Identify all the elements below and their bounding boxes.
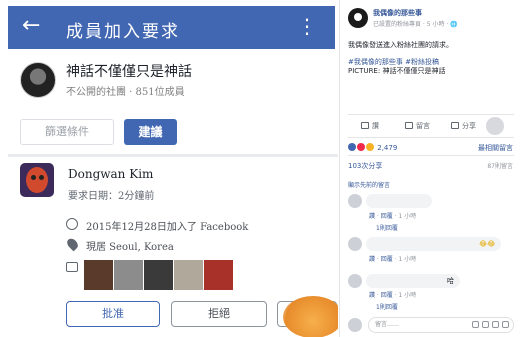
lives-in-text: 現居 Seoul, Korea <box>86 242 174 253</box>
page-title: 成員加入要求 <box>66 22 180 42</box>
member-avatar[interactable] <box>20 163 54 197</box>
photos-icon <box>66 262 78 272</box>
commenter-avatar[interactable] <box>348 237 362 251</box>
reply-count[interactable]: 1則回覆 <box>376 302 398 311</box>
more-options-icon[interactable]: ⋮ <box>297 15 317 37</box>
photo-thumbnail[interactable] <box>114 260 143 290</box>
commenter-avatar[interactable] <box>348 274 362 288</box>
comment-text: 哈 <box>447 277 454 285</box>
viewer-avatar <box>348 318 362 332</box>
facebook-post: 我偶像的那些事 已設置的粉絲專頁 · 5 小時 · 🌐 我偶像發送進入粉絲社團的… <box>339 0 520 337</box>
like-action[interactable]: 讚 <box>361 121 379 131</box>
filter-button[interactable]: 篩選條件 <box>20 119 114 145</box>
reaction-count: 2,479 <box>377 144 398 152</box>
sticker-icon[interactable] <box>502 321 509 328</box>
viewer-avatar[interactable] <box>486 117 504 135</box>
sticker-decoration <box>283 296 338 337</box>
post-meta: 已設置的粉絲專頁 · 5 小時 · 🌐 <box>373 21 458 28</box>
like-reaction-icon <box>348 143 356 151</box>
reply-count[interactable]: 1則回覆 <box>376 223 398 232</box>
comment-bubble: 哈 <box>366 274 460 288</box>
photo-strip <box>84 260 233 290</box>
page-avatar[interactable] <box>348 8 368 28</box>
comment-input[interactable]: 留言…… <box>368 317 514 333</box>
reaction-summary[interactable]: 2,479 <box>348 143 397 152</box>
divider <box>348 114 514 115</box>
emoji-icon[interactable] <box>472 321 479 328</box>
camera-icon[interactable] <box>482 321 489 328</box>
thumbs-up-icon <box>361 122 369 129</box>
comment-count: 87則留言 <box>487 163 513 170</box>
group-avatar <box>20 62 56 98</box>
comment-bubble <box>366 194 432 208</box>
photo-thumbnail[interactable] <box>84 260 113 290</box>
post-picture-caption: PICTURE: 神話不僅僅只是神話 <box>348 67 446 75</box>
love-reaction-icon <box>357 143 365 151</box>
section-divider <box>8 154 338 157</box>
comment-action[interactable]: 留言 <box>405 121 430 131</box>
member-name[interactable]: Dongwan Kim <box>68 167 153 181</box>
divider <box>348 137 514 138</box>
location-pin-icon <box>65 236 80 252</box>
approve-button[interactable]: 批准 <box>66 301 160 327</box>
commenter-avatar[interactable] <box>348 194 362 208</box>
post-text: 我偶像發送進入粉絲社團的請求。 <box>348 41 453 49</box>
group-name[interactable]: 神話不僅僅只是神話 <box>66 61 192 81</box>
share-action[interactable]: 分享 <box>451 121 476 131</box>
request-time: 要求日期：2分鐘前 <box>68 191 155 202</box>
comment-meta: 讚 · 回覆 · 1 小時 <box>369 256 417 263</box>
share-count[interactable]: 103次分享 <box>348 161 382 171</box>
comment-meta: 讚 · 回覆 · 1 小時 <box>369 292 417 299</box>
joined-facebook-text: 2015年12月28日加入了 Facebook <box>86 222 249 233</box>
group-meta: 不公開的社團 · 851位成員 <box>66 87 185 98</box>
photo-thumbnail[interactable] <box>144 260 173 290</box>
decline-button[interactable]: 拒絕 <box>171 301 267 327</box>
top-app-bar: ← 成員加入要求 ⋮ <box>8 6 335 49</box>
divider <box>348 155 514 156</box>
photo-thumbnail[interactable] <box>174 260 203 290</box>
haha-reaction-icon <box>366 143 374 151</box>
gif-icon[interactable] <box>492 321 499 328</box>
comment-emoji: 😂😂 <box>479 240 496 248</box>
photo-thumbnail[interactable] <box>204 260 233 290</box>
comment-icon <box>405 122 413 129</box>
comment-meta: 讚 · 回覆 · 1 小時 <box>369 213 417 220</box>
comment-sort[interactable]: 最相關留言 <box>478 143 513 153</box>
share-icon <box>451 122 459 129</box>
back-arrow-icon[interactable]: ← <box>22 14 40 38</box>
page-name[interactable]: 我偶像的那些事 <box>373 8 422 18</box>
suggest-button[interactable]: 建議 <box>124 119 177 145</box>
view-previous-comments[interactable]: 顯示先前的留言 <box>348 180 390 189</box>
mobile-screenshot: ← 成員加入要求 ⋮ 神話不僅僅只是神話 不公開的社團 · 851位成員 篩選條… <box>0 0 338 337</box>
clock-icon <box>66 218 78 230</box>
